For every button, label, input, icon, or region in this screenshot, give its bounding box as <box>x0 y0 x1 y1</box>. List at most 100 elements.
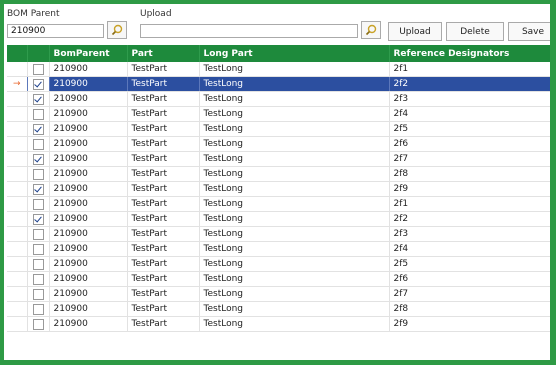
cell-reference-designators[interactable]: 2f5 <box>389 121 550 137</box>
cell-reference-designators[interactable]: 2f8 <box>389 301 550 317</box>
column-header-reference-designators[interactable]: Reference Designators <box>389 45 550 62</box>
cell-reference-designators[interactable]: 2f1 <box>389 62 550 77</box>
cell-part[interactable]: TestPart <box>127 286 200 302</box>
upload-browse-button[interactable] <box>361 21 381 39</box>
cell-reference-designators[interactable]: 2f2 <box>389 76 550 92</box>
cell-bomparent[interactable]: 210900 <box>49 106 128 122</box>
checkbox-column-header[interactable] <box>27 45 50 62</box>
cell-bomparent[interactable]: 210900 <box>49 241 128 257</box>
cell-reference-designators[interactable]: 2f1 <box>389 196 550 212</box>
row-checkbox[interactable] <box>32 213 44 225</box>
table-row[interactable]: 210900 TestPart TestLong 2f9 <box>7 316 550 332</box>
upload-path-input[interactable] <box>140 24 358 38</box>
row-checkbox[interactable] <box>32 258 44 270</box>
cell-part[interactable]: TestPart <box>127 91 200 107</box>
save-button[interactable]: Save <box>508 22 550 41</box>
cell-long-part[interactable]: TestLong <box>199 121 390 137</box>
cell-reference-designators[interactable]: 2f6 <box>389 136 550 152</box>
row-checkbox[interactable] <box>32 243 44 255</box>
cell-part[interactable]: TestPart <box>127 271 200 287</box>
table-row[interactable]: 210900 TestPart TestLong 2f4 <box>7 106 550 122</box>
row-checkbox[interactable] <box>32 123 44 135</box>
table-row[interactable]: 210900 TestPart TestLong 2f1 <box>7 196 550 212</box>
row-checkbox[interactable] <box>32 288 44 300</box>
cell-bomparent[interactable]: 210900 <box>49 151 128 167</box>
table-row[interactable]: 210900 TestPart TestLong 2f7 <box>7 151 550 167</box>
row-checkbox[interactable] <box>32 228 44 240</box>
row-checkbox[interactable] <box>32 78 44 90</box>
cell-part[interactable]: TestPart <box>127 166 200 182</box>
table-row[interactable]: 210900 TestPart TestLong 2f7 <box>7 286 550 302</box>
cell-bomparent[interactable]: 210900 <box>49 301 128 317</box>
cell-reference-designators[interactable]: 2f7 <box>389 151 550 167</box>
cell-long-part[interactable]: TestLong <box>199 181 390 197</box>
row-checkbox[interactable] <box>32 138 44 150</box>
table-row[interactable]: → 210900 TestPart TestLong 2f2 <box>7 76 550 92</box>
table-row[interactable]: 210900 TestPart TestLong 2f1 <box>7 62 550 77</box>
cell-bomparent[interactable]: 210900 <box>49 121 128 137</box>
cell-bomparent[interactable]: 210900 <box>49 286 128 302</box>
table-row[interactable]: 210900 TestPart TestLong 2f2 <box>7 211 550 227</box>
cell-part[interactable]: TestPart <box>127 76 200 92</box>
cell-reference-designators[interactable]: 2f2 <box>389 211 550 227</box>
table-row[interactable]: 210900 TestPart TestLong 2f8 <box>7 301 550 317</box>
row-checkbox[interactable] <box>32 198 44 210</box>
cell-reference-designators[interactable]: 2f3 <box>389 91 550 107</box>
cell-long-part[interactable]: TestLong <box>199 62 390 77</box>
table-row[interactable]: 210900 TestPart TestLong 2f6 <box>7 136 550 152</box>
cell-long-part[interactable]: TestLong <box>199 241 390 257</box>
cell-part[interactable]: TestPart <box>127 226 200 242</box>
cell-long-part[interactable]: TestLong <box>199 286 390 302</box>
cell-bomparent[interactable]: 210900 <box>49 62 128 77</box>
column-header-part[interactable]: Part <box>127 45 200 62</box>
cell-long-part[interactable]: TestLong <box>199 166 390 182</box>
cell-reference-designators[interactable]: 2f5 <box>389 256 550 272</box>
row-checkbox[interactable] <box>32 93 44 105</box>
cell-long-part[interactable]: TestLong <box>199 91 390 107</box>
table-row[interactable]: 210900 TestPart TestLong 2f3 <box>7 226 550 242</box>
cell-part[interactable]: TestPart <box>127 136 200 152</box>
cell-reference-designators[interactable]: 2f3 <box>389 226 550 242</box>
cell-part[interactable]: TestPart <box>127 211 200 227</box>
bom-parent-input[interactable] <box>7 24 104 38</box>
cell-long-part[interactable]: TestLong <box>199 316 390 332</box>
cell-bomparent[interactable]: 210900 <box>49 136 128 152</box>
cell-long-part[interactable]: TestLong <box>199 271 390 287</box>
cell-bomparent[interactable]: 210900 <box>49 196 128 212</box>
cell-long-part[interactable]: TestLong <box>199 151 390 167</box>
cell-part[interactable]: TestPart <box>127 241 200 257</box>
cell-part[interactable]: TestPart <box>127 106 200 122</box>
cell-long-part[interactable]: TestLong <box>199 211 390 227</box>
cell-bomparent[interactable]: 210900 <box>49 76 128 92</box>
table-row[interactable]: 210900 TestPart TestLong 2f3 <box>7 91 550 107</box>
cell-reference-designators[interactable]: 2f7 <box>389 286 550 302</box>
cell-part[interactable]: TestPart <box>127 256 200 272</box>
cell-bomparent[interactable]: 210900 <box>49 91 128 107</box>
cell-part[interactable]: TestPart <box>127 151 200 167</box>
cell-long-part[interactable]: TestLong <box>199 136 390 152</box>
row-checkbox[interactable] <box>32 108 44 120</box>
cell-long-part[interactable]: TestLong <box>199 106 390 122</box>
upload-button[interactable]: Upload <box>388 22 442 41</box>
cell-part[interactable]: TestPart <box>127 181 200 197</box>
row-checkbox[interactable] <box>32 153 44 165</box>
table-row[interactable]: 210900 TestPart TestLong 2f8 <box>7 166 550 182</box>
cell-part[interactable]: TestPart <box>127 301 200 317</box>
cell-bomparent[interactable]: 210900 <box>49 226 128 242</box>
cell-bomparent[interactable]: 210900 <box>49 211 128 227</box>
column-header-bomparent[interactable]: BomParent <box>49 45 128 62</box>
cell-long-part[interactable]: TestLong <box>199 256 390 272</box>
bom-parent-search-button[interactable] <box>107 21 127 39</box>
table-row[interactable]: 210900 TestPart TestLong 2f9 <box>7 181 550 197</box>
cell-bomparent[interactable]: 210900 <box>49 316 128 332</box>
cell-long-part[interactable]: TestLong <box>199 226 390 242</box>
cell-reference-designators[interactable]: 2f4 <box>389 241 550 257</box>
delete-button[interactable]: Delete <box>446 22 504 41</box>
row-checkbox[interactable] <box>32 168 44 180</box>
cell-long-part[interactable]: TestLong <box>199 196 390 212</box>
cell-reference-designators[interactable]: 2f4 <box>389 106 550 122</box>
cell-long-part[interactable]: TestLong <box>199 76 390 92</box>
row-checkbox[interactable] <box>32 303 44 315</box>
cell-reference-designators[interactable]: 2f6 <box>389 271 550 287</box>
row-checkbox[interactable] <box>32 318 44 330</box>
